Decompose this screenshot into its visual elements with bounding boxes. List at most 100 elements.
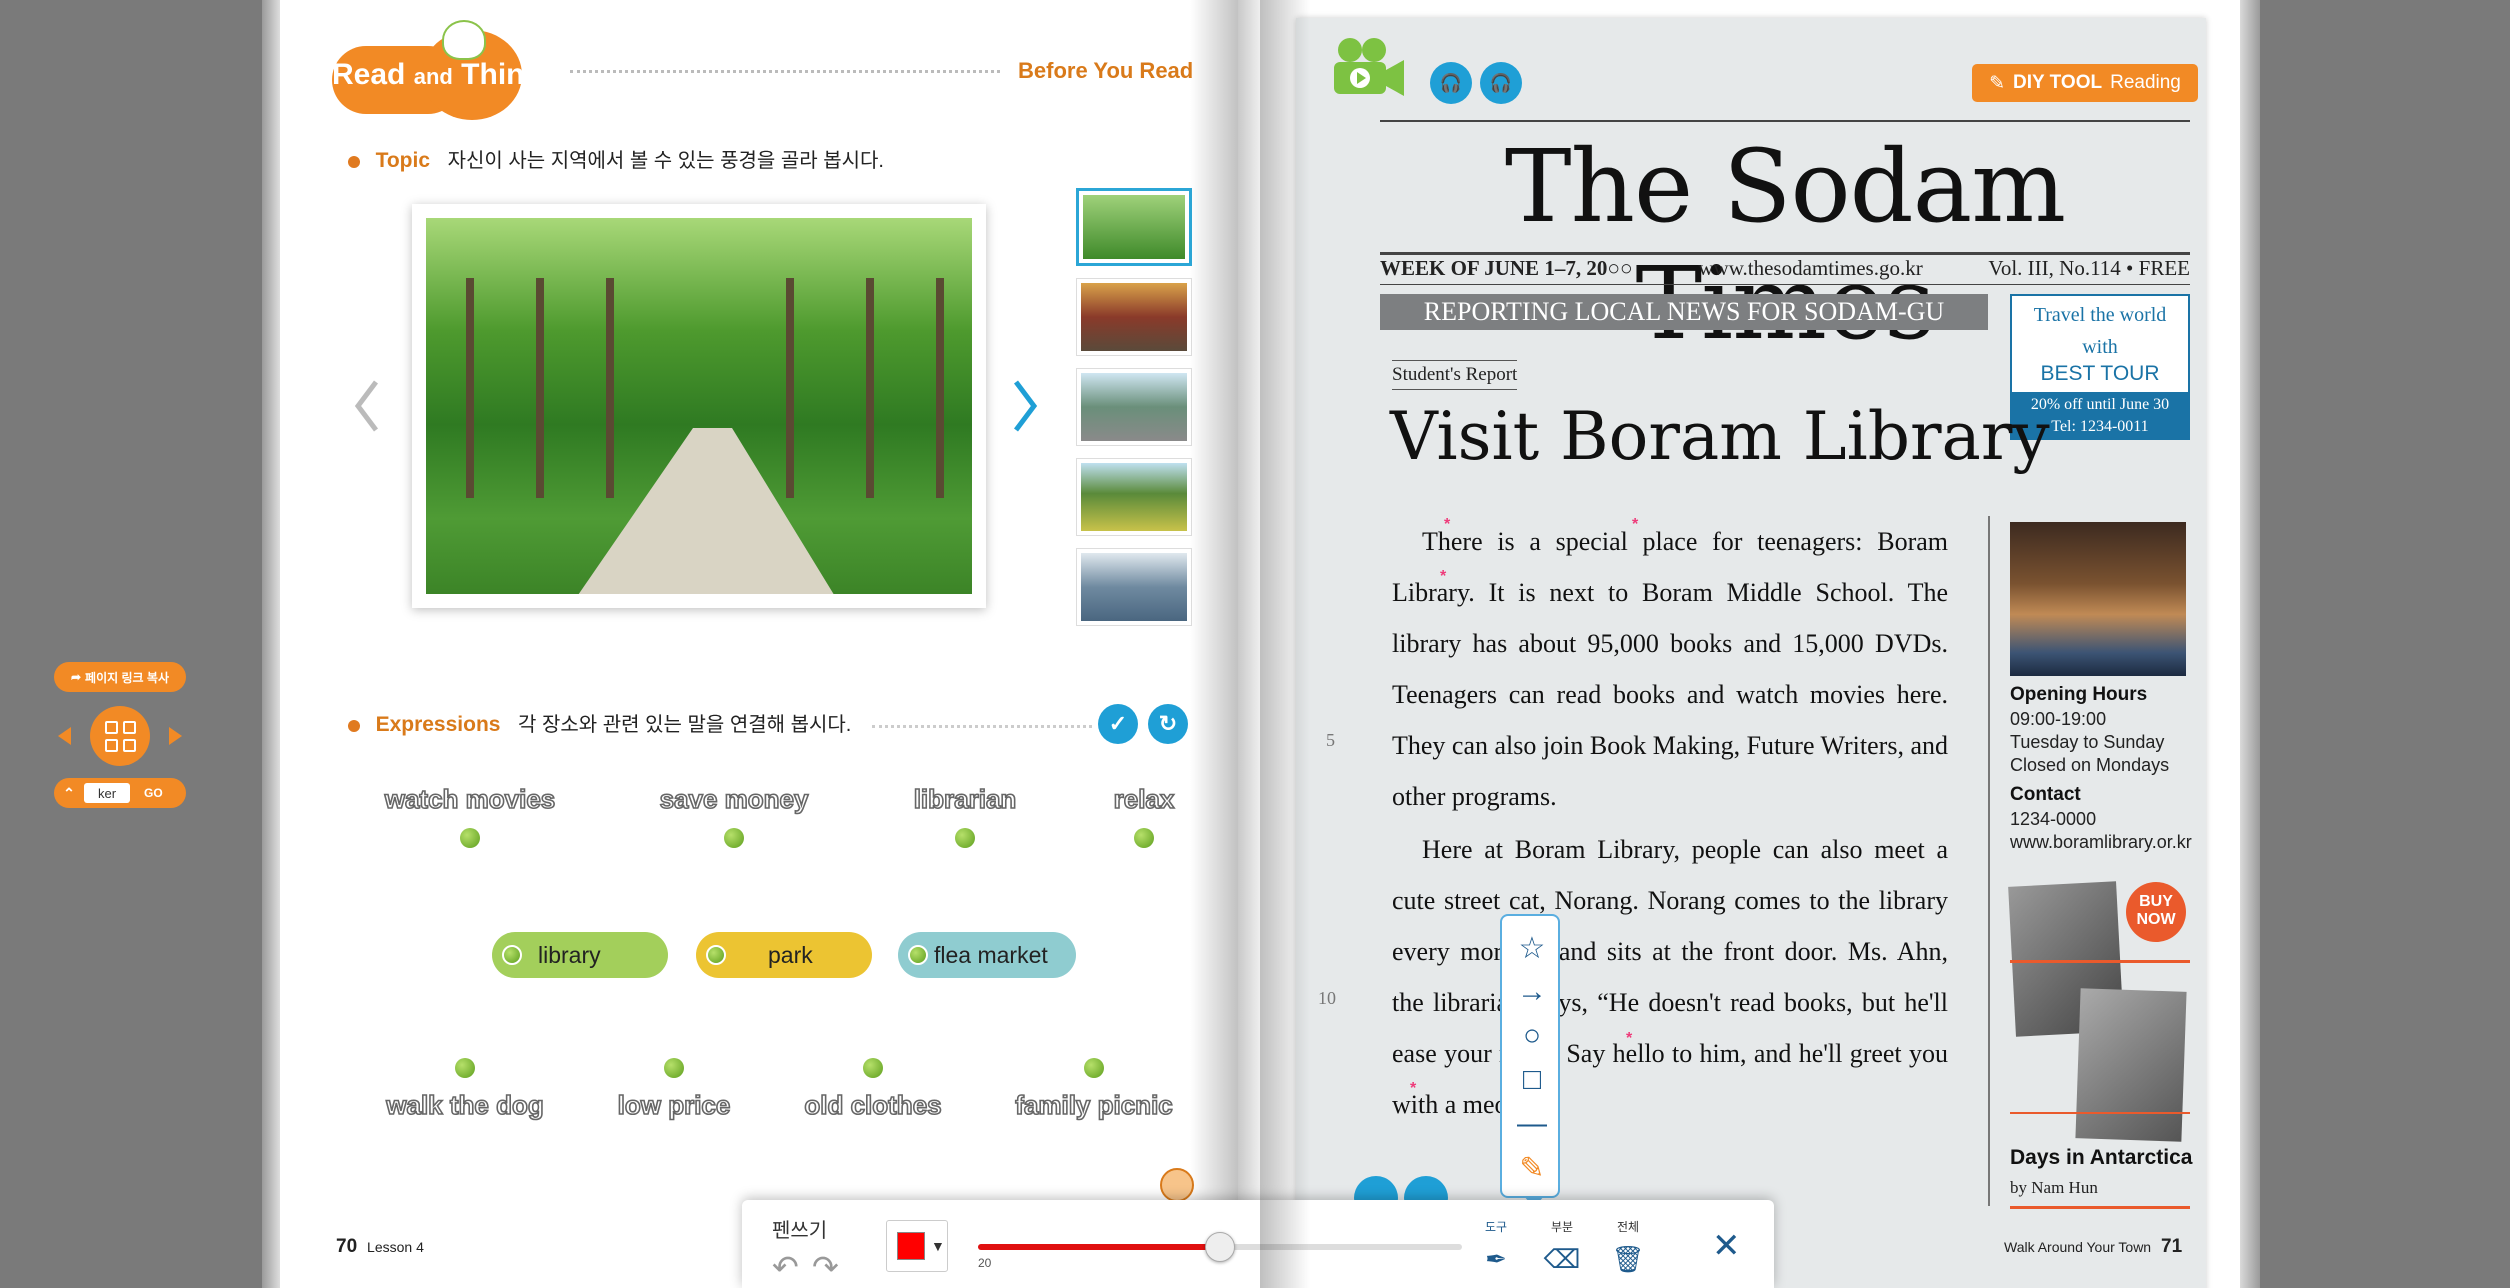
park-path-photo bbox=[426, 218, 972, 594]
ad-divider bbox=[2010, 1206, 2190, 1209]
thumbnail-field[interactable] bbox=[1076, 458, 1192, 536]
vocab-star-icon[interactable]: * bbox=[1410, 1080, 1416, 1098]
ad-divider bbox=[2010, 960, 2190, 963]
slide-next-icon[interactable] bbox=[1010, 378, 1040, 434]
audio-a-button[interactable]: 🎧 bbox=[1430, 62, 1472, 104]
page-number: 71 bbox=[2161, 1236, 2183, 1257]
match-word: walk the dog bbox=[385, 1089, 544, 1121]
arrow-icon[interactable]: → bbox=[1502, 972, 1562, 1012]
page-number-input[interactable]: ker bbox=[84, 783, 130, 803]
thumbnail-market[interactable] bbox=[1076, 278, 1192, 356]
erase-all-label: 전체 bbox=[1616, 1220, 1640, 1234]
highlighter-icon[interactable]: ✎ bbox=[1502, 1148, 1562, 1188]
redo-icon[interactable]: ↷ bbox=[812, 1248, 839, 1286]
topic-text: 자신이 사는 지역에서 볼 수 있는 풍경을 골라 봅시다. bbox=[447, 150, 884, 172]
undo-icon[interactable]: ↶ bbox=[772, 1248, 799, 1286]
go-button[interactable]: GO bbox=[144, 786, 163, 800]
line-icon[interactable]: — bbox=[1502, 1104, 1562, 1144]
header-divider bbox=[570, 70, 1000, 73]
copy-link-label: 페이지 링크 복사 bbox=[85, 670, 169, 685]
thumbnail-street[interactable] bbox=[1076, 368, 1192, 446]
match-dot[interactable] bbox=[1134, 828, 1154, 848]
next-page-icon[interactable] bbox=[169, 727, 182, 745]
tool-icon: ✎ bbox=[1989, 72, 2006, 94]
volume-info: Vol. III, No.114 • FREE bbox=[1988, 256, 2190, 280]
page-nav-widget: ➦ 페이지 링크 복사 ⌃ ker GO bbox=[54, 662, 186, 808]
tool-label: 도구 bbox=[1484, 1220, 1508, 1234]
reading-label: Reading bbox=[2110, 72, 2181, 93]
match-dot[interactable] bbox=[502, 945, 522, 965]
match-dot[interactable] bbox=[706, 945, 726, 965]
contact-phone: 1234-0000 bbox=[2010, 809, 2097, 829]
vocab-star-icon[interactable]: * bbox=[1440, 568, 1446, 586]
buy-now-badge: BUY NOW bbox=[2126, 882, 2186, 942]
student-report-label: Student's Report bbox=[1392, 360, 1518, 390]
match-dot[interactable] bbox=[664, 1058, 684, 1078]
copy-page-link-button[interactable]: ➦ 페이지 링크 복사 bbox=[54, 662, 186, 692]
article-paragraph-2: Here at Boram Library, people can also m… bbox=[1392, 835, 1948, 1119]
pen-tool-icon[interactable]: ✒ bbox=[1476, 1244, 1516, 1275]
article-paragraph-1: There is a special place for teenagers: … bbox=[1392, 527, 1948, 811]
match-word: old clothes bbox=[804, 1089, 943, 1121]
pen-toolbar-title: 펜쓰기 bbox=[772, 1220, 828, 1242]
newspaper-website: www.thesodamtimes.go.kr bbox=[1698, 256, 1923, 280]
close-icon[interactable]: ✕ bbox=[1712, 1226, 1741, 1266]
thumbnail-river[interactable] bbox=[1076, 548, 1192, 626]
pill-label: library bbox=[538, 941, 601, 968]
badge-think: Think bbox=[461, 58, 542, 91]
ad-line-1: Travel the world bbox=[2033, 304, 2167, 326]
audio-b-button[interactable]: 🎧 bbox=[1480, 62, 1522, 104]
match-dot[interactable] bbox=[955, 828, 975, 848]
pen-color-picker[interactable]: ▼ bbox=[886, 1220, 948, 1272]
match-dot[interactable] bbox=[1084, 1058, 1104, 1078]
share-arrow-icon: ➦ bbox=[70, 670, 82, 684]
circle-icon[interactable]: ○ bbox=[1502, 1016, 1562, 1056]
shape-tool-menu: ☆ → ○ □ — ✎ bbox=[1500, 914, 1562, 1208]
pill-label: flea market bbox=[934, 941, 1048, 968]
page-grid-button[interactable] bbox=[90, 706, 150, 766]
video-camera-icon[interactable] bbox=[1330, 36, 1408, 98]
pen-thickness-slider[interactable] bbox=[978, 1232, 1462, 1262]
square-icon[interactable]: □ bbox=[1502, 1060, 1562, 1100]
badge-read: Read bbox=[332, 58, 406, 91]
eraser-icon[interactable]: ⌫ bbox=[1542, 1244, 1582, 1275]
vocab-star-icon[interactable]: * bbox=[1632, 516, 1638, 534]
prev-page-icon[interactable] bbox=[58, 727, 71, 745]
place-pill-park[interactable]: park bbox=[696, 932, 872, 978]
line-number-10: 10 bbox=[1318, 988, 1336, 1008]
match-word: low price bbox=[617, 1089, 731, 1121]
section-label: Before You Read bbox=[1018, 58, 1194, 83]
match-dot[interactable] bbox=[460, 828, 480, 848]
check-answer-button[interactable]: ✓ bbox=[1098, 704, 1138, 744]
match-dot[interactable] bbox=[908, 945, 928, 965]
section-banner: REPORTING LOCAL NEWS FOR SODAM-GU bbox=[1380, 294, 1988, 330]
place-pill-library[interactable]: library bbox=[492, 932, 668, 978]
slider-fill bbox=[978, 1244, 1220, 1250]
match-dot[interactable] bbox=[724, 828, 744, 848]
match-word: family picnic bbox=[1014, 1089, 1173, 1121]
expressions-divider bbox=[872, 725, 1092, 728]
place-pill-flea-market[interactable]: flea market bbox=[898, 932, 1076, 978]
double-chevron-up-icon[interactable]: ⌃ bbox=[60, 785, 78, 802]
book-ad-author: by Nam Hun bbox=[2010, 1178, 2098, 1197]
hours-closed: Closed on Mondays bbox=[2010, 755, 2170, 775]
diy-tool-reading-button[interactable]: ✎ DIY TOOL Reading bbox=[1972, 64, 2198, 102]
match-dot[interactable] bbox=[863, 1058, 883, 1078]
contact-heading: Contact bbox=[2010, 784, 2081, 805]
vocab-star-icon[interactable]: * bbox=[1626, 1030, 1632, 1048]
slider-knob[interactable] bbox=[1205, 1232, 1235, 1262]
thumbnail-park[interactable] bbox=[1076, 188, 1192, 266]
page-number: 70 bbox=[336, 1236, 358, 1257]
footer-title: Walk Around Your Town bbox=[2004, 1239, 2152, 1255]
book-ad-title: Days in Antarctica bbox=[2010, 1146, 2193, 1169]
reset-button[interactable]: ↻ bbox=[1148, 704, 1188, 744]
diy-tool-label: DIY TOOL bbox=[2013, 72, 2103, 93]
vocab-star-icon[interactable]: * bbox=[1444, 516, 1450, 534]
match-dot[interactable] bbox=[455, 1058, 475, 1078]
check-icon: ✓ bbox=[1108, 711, 1128, 736]
topic-label: Topic bbox=[375, 149, 431, 172]
star-icon[interactable]: ☆ bbox=[1502, 928, 1562, 968]
slide-prev-icon[interactable] bbox=[352, 378, 382, 434]
trash-icon[interactable]: 🗑 bbox=[1608, 1244, 1648, 1275]
pen-toolbar: 펜쓰기 ↶ ↷ ▼ 20 도구 부분 전체 ✒ ⌫ 🗑 ✕ bbox=[742, 1200, 1774, 1288]
